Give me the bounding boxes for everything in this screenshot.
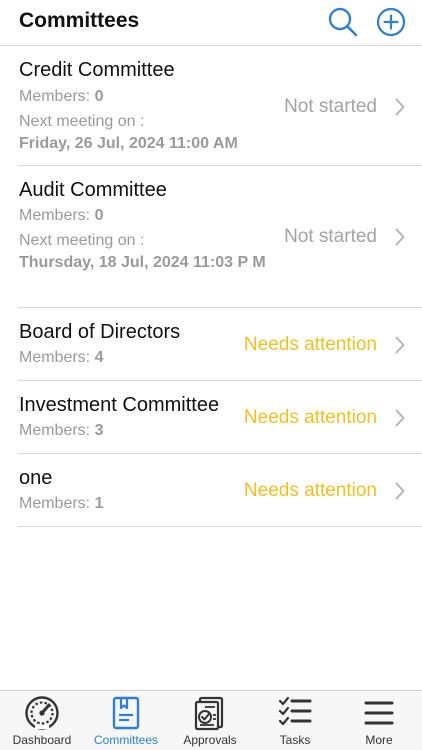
- committees-screen: Committees Credit Committee Members: 0 N…: [0, 0, 422, 750]
- members-line: Members: 0: [19, 88, 103, 106]
- status-label: Needs attention: [243, 480, 377, 501]
- task-list-icon: [278, 696, 312, 726]
- committee-name: one: [19, 467, 53, 489]
- committee-name: Investment Committee: [19, 394, 220, 416]
- members-label: Members:: [19, 207, 95, 224]
- plus-circle-icon: [376, 7, 406, 37]
- members-label: Members:: [19, 88, 95, 105]
- committee-row[interactable]: Board of Directors Members: 4 Needs atte…: [18, 308, 422, 381]
- chevron-right-icon: [395, 409, 405, 427]
- committee-row[interactable]: Credit Committee Members: 0 Next meeting…: [18, 46, 422, 166]
- tab-label: Tasks: [279, 733, 311, 747]
- members-line: Members: 4: [19, 349, 103, 367]
- members-count: 0: [94, 207, 104, 224]
- committee-list: Credit Committee Members: 0 Next meeting…: [0, 46, 422, 527]
- approvals-document-icon: [194, 696, 224, 731]
- tab-label: More: [365, 733, 393, 747]
- members-count: 4: [94, 349, 104, 366]
- committee-name: Credit Committee: [19, 59, 175, 81]
- tab-more[interactable]: More: [337, 691, 421, 750]
- status-label: Not started: [284, 96, 377, 117]
- members-count: 0: [94, 88, 104, 105]
- chevron-right-icon: [395, 98, 405, 116]
- tab-label: Committees: [93, 733, 158, 747]
- page-title: Committees: [19, 9, 140, 32]
- chevron-right-icon: [395, 228, 405, 246]
- bottom-tab-bar: Dashboard Committees Approvals Tasks Mor…: [0, 690, 422, 750]
- status-label: Needs attention: [243, 334, 377, 355]
- tab-label: Approvals: [183, 733, 237, 747]
- committee-name: Audit Committee: [19, 179, 167, 201]
- members-label: Members:: [19, 422, 95, 439]
- members-line: Members: 1: [19, 495, 103, 513]
- gauge-icon: [25, 696, 59, 730]
- members-line: Members: 3: [19, 422, 103, 440]
- tab-committees[interactable]: Committees: [84, 691, 168, 750]
- tab-label: Dashboard: [12, 733, 72, 747]
- add-committee-button[interactable]: [375, 6, 407, 38]
- tab-dashboard[interactable]: Dashboard: [0, 691, 84, 750]
- search-icon: [328, 7, 358, 37]
- members-count: 3: [94, 422, 104, 439]
- status-label: Not started: [284, 226, 377, 247]
- chevron-right-icon: [395, 482, 405, 500]
- committee-row[interactable]: one Members: 1 Needs attention: [18, 454, 422, 527]
- hamburger-menu-icon: [364, 701, 394, 725]
- committee-name: Board of Directors: [19, 321, 181, 343]
- committee-folder-icon: [112, 696, 140, 730]
- search-button[interactable]: [327, 6, 359, 38]
- members-count: 1: [94, 495, 104, 512]
- chevron-right-icon: [395, 336, 405, 354]
- status-label: Needs attention: [243, 407, 377, 428]
- next-meeting-label: Next meeting on :: [19, 232, 145, 249]
- members-label: Members:: [19, 349, 95, 366]
- next-meeting-label: Next meeting on :: [19, 113, 145, 130]
- committee-row[interactable]: Audit Committee Members: 0 Next meeting …: [18, 166, 422, 308]
- members-line: Members: 0: [19, 207, 103, 225]
- next-meeting-date: Friday, 26 Jul, 2024 11:00 AM: [19, 135, 238, 152]
- next-meeting-date: Thursday, 18 Jul, 2024 11:03 P M: [19, 254, 266, 271]
- tab-approvals[interactable]: Approvals: [168, 691, 252, 750]
- members-label: Members:: [19, 495, 95, 512]
- tab-tasks[interactable]: Tasks: [253, 691, 337, 750]
- navigation-header: Committees: [0, 0, 422, 46]
- committee-row[interactable]: Investment Committee Members: 3 Needs at…: [18, 381, 422, 454]
